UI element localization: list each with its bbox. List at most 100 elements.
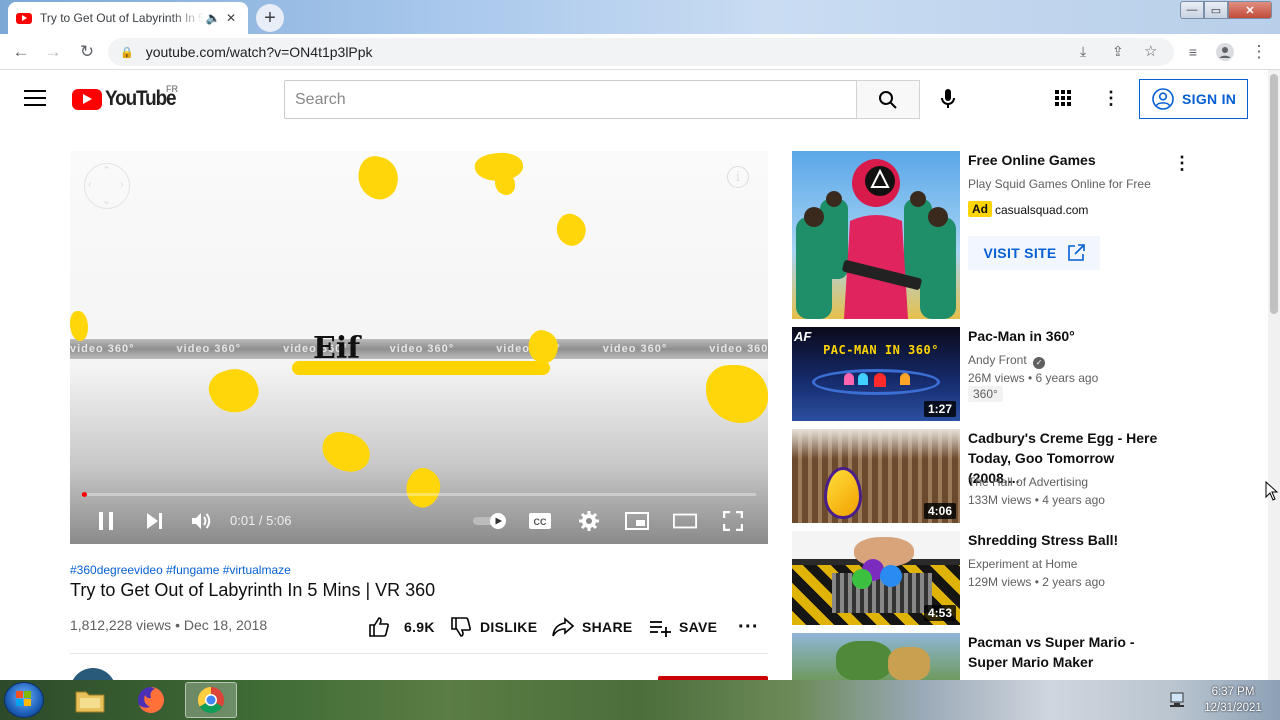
pan-up-icon[interactable]: ⌃ <box>102 164 111 177</box>
channel-watermark-icon: AF <box>794 329 812 344</box>
divider <box>70 653 768 654</box>
file-explorer-icon[interactable] <box>64 682 116 718</box>
youtube-logo[interactable]: YouTube FR <box>72 84 183 111</box>
pause-icon[interactable] <box>94 509 118 533</box>
subtitles-cc-icon[interactable]: CC <box>528 509 552 533</box>
yellow-shape <box>354 153 402 203</box>
tab-audio-icon[interactable]: 🔈 <box>204 11 222 25</box>
video-title[interactable]: Pacman vs Super Mario - Super Mario Make… <box>968 632 1168 672</box>
miniplayer-icon[interactable] <box>625 509 649 533</box>
badge-360: 360° <box>968 386 1003 402</box>
youtube-masthead: YouTube FR Search ⋮ SIGN IN <box>0 70 1268 128</box>
address-url: youtube.com/watch?v=ON4t1p3lPpk <box>145 44 373 60</box>
install-icon[interactable]: ⤓ <box>1080 43 1086 60</box>
info-card-icon[interactable]: i <box>727 166 749 188</box>
progress-scrubber[interactable] <box>82 492 88 497</box>
firefox-icon[interactable] <box>125 682 177 718</box>
video-hashtags[interactable]: #360degreevideo #fungame #virtualmaze <box>70 563 291 577</box>
save-button[interactable]: SAVE <box>649 616 717 638</box>
taskbar-clock[interactable]: 6:37 PM 12/31/2021 <box>1196 684 1270 716</box>
video-overlay-text: Eif <box>313 331 361 366</box>
region-code: FR <box>166 84 178 94</box>
settings-gear-icon[interactable] <box>577 509 601 533</box>
visit-site-button[interactable]: VISIT SITE <box>968 236 1100 270</box>
logo-wordmark: YouTube <box>105 87 177 110</box>
video-progress-bar[interactable] <box>82 492 756 497</box>
autoplay-toggle[interactable] <box>472 509 508 533</box>
start-button-windows-icon[interactable] <box>4 682 44 718</box>
youtube-favicon-icon <box>16 12 32 24</box>
dislike-button[interactable]: DISLIKE <box>450 616 537 638</box>
video-title: Try to Get Out of Labyrinth In 5 Mins | … <box>70 580 436 600</box>
more-actions-icon[interactable]: ··· <box>738 616 759 638</box>
search-button[interactable] <box>856 80 920 119</box>
profile-icon[interactable] <box>1212 40 1238 64</box>
share-label: SHARE <box>582 619 633 635</box>
video-thumbnail[interactable]: 4:53 <box>792 531 960 625</box>
next-icon[interactable] <box>142 509 166 533</box>
video-stats: 133M views • 4 years ago <box>968 493 1105 507</box>
video-title[interactable]: Shredding Stress Ball! <box>968 530 1168 550</box>
video-thumbnail[interactable]: AF PAC-MAN IN 360° 1:27 <box>792 327 960 421</box>
pan-down-icon[interactable]: ⌄ <box>102 194 111 207</box>
video-thumbnail[interactable] <box>792 633 960 680</box>
media-queue-icon[interactable]: ≡ <box>1180 40 1206 64</box>
video-player[interactable]: video 360° video 360° video 360° video 360°… <box>70 151 768 544</box>
channel-name[interactable]: Experiment at Home <box>968 555 1077 573</box>
network-tray-icon[interactable] <box>1168 690 1188 710</box>
hamburger-menu-icon[interactable] <box>24 90 46 106</box>
bookmark-star-icon[interactable]: ☆ <box>1144 42 1157 60</box>
like-button[interactable]: 6.9K <box>368 616 435 638</box>
reload-icon[interactable]: ↻ <box>74 40 100 64</box>
video-thumbnail[interactable]: 4:06 <box>792 429 960 523</box>
tab-close-icon[interactable]: ✕ <box>222 11 240 25</box>
ad-badge: Ad <box>968 201 992 217</box>
volume-icon[interactable] <box>189 509 213 533</box>
video-duration: 4:06 <box>923 503 956 519</box>
pan-left-icon[interactable]: ‹ <box>88 179 92 191</box>
window-close-button[interactable]: ✕ <box>1228 1 1272 19</box>
tab-title: Try to Get Out of Labyrinth In 5 Mins | … <box>40 11 204 25</box>
forward-arrow-icon[interactable]: → <box>40 40 66 64</box>
apps-grid-icon[interactable] <box>1051 86 1075 110</box>
visit-site-label: VISIT SITE <box>983 245 1057 261</box>
ad-more-options-icon[interactable]: ⋮ <box>1172 153 1192 173</box>
time-display: 0:01 / 5:06 <box>230 513 292 528</box>
voice-search-mic-icon[interactable] <box>932 84 964 114</box>
theater-mode-icon[interactable] <box>673 509 697 533</box>
youtube-play-logo-icon <box>72 88 102 110</box>
fullscreen-icon[interactable] <box>721 509 745 533</box>
scrollbar-thumb[interactable] <box>1270 74 1278 314</box>
channel-name[interactable]: Andy Front ✓ <box>968 351 1046 369</box>
settings-more-icon[interactable]: ⋮ <box>1099 86 1123 110</box>
video-stats: 129M views • 2 years ago <box>968 575 1105 589</box>
video-title[interactable]: Pac-Man in 360° <box>968 326 1168 346</box>
browser-tab-youtube[interactable]: Try to Get Out of Labyrinth In 5 Mins | … <box>8 2 248 34</box>
sign-in-button[interactable]: SIGN IN <box>1139 79 1248 119</box>
chrome-icon[interactable] <box>185 682 237 718</box>
lock-icon: 🔒 <box>120 46 134 59</box>
vr-pan-control[interactable]: ⌃ ⌄ ‹ › <box>84 163 130 209</box>
address-bar[interactable]: 🔒 youtube.com/watch?v=ON4t1p3lPpk ⤓ ⇪ ☆ <box>108 38 1174 66</box>
pan-right-icon[interactable]: › <box>120 179 124 191</box>
window-minimize-button[interactable]: — <box>1180 1 1204 19</box>
share-button[interactable]: SHARE <box>552 616 633 638</box>
video-duration: 4:53 <box>923 605 956 621</box>
share-page-icon[interactable]: ⇪ <box>1112 43 1124 60</box>
ad-title[interactable]: Free Online Games <box>968 150 1168 170</box>
window-maximize-button[interactable]: ▭ <box>1204 1 1228 19</box>
search-input[interactable]: Search <box>284 80 857 119</box>
back-arrow-icon[interactable]: ← <box>8 40 34 64</box>
thumbnail-text: PAC-MAN IN 360° <box>823 343 939 357</box>
new-tab-button[interactable]: + <box>256 4 284 32</box>
page-scrollbar[interactable] <box>1268 70 1280 680</box>
ad-thumbnail[interactable] <box>792 151 960 319</box>
thumbs-up-icon <box>369 617 389 637</box>
account-circle-icon <box>1152 88 1174 110</box>
sign-in-label: SIGN IN <box>1182 91 1237 107</box>
channel-name[interactable]: The Hall of Advertising <box>968 473 1088 491</box>
like-count: 6.9K <box>404 619 435 635</box>
clock-date: 12/31/2021 <box>1204 702 1262 714</box>
browser-menu-icon[interactable]: ⋮ <box>1246 40 1272 64</box>
yellow-shape <box>550 209 592 251</box>
